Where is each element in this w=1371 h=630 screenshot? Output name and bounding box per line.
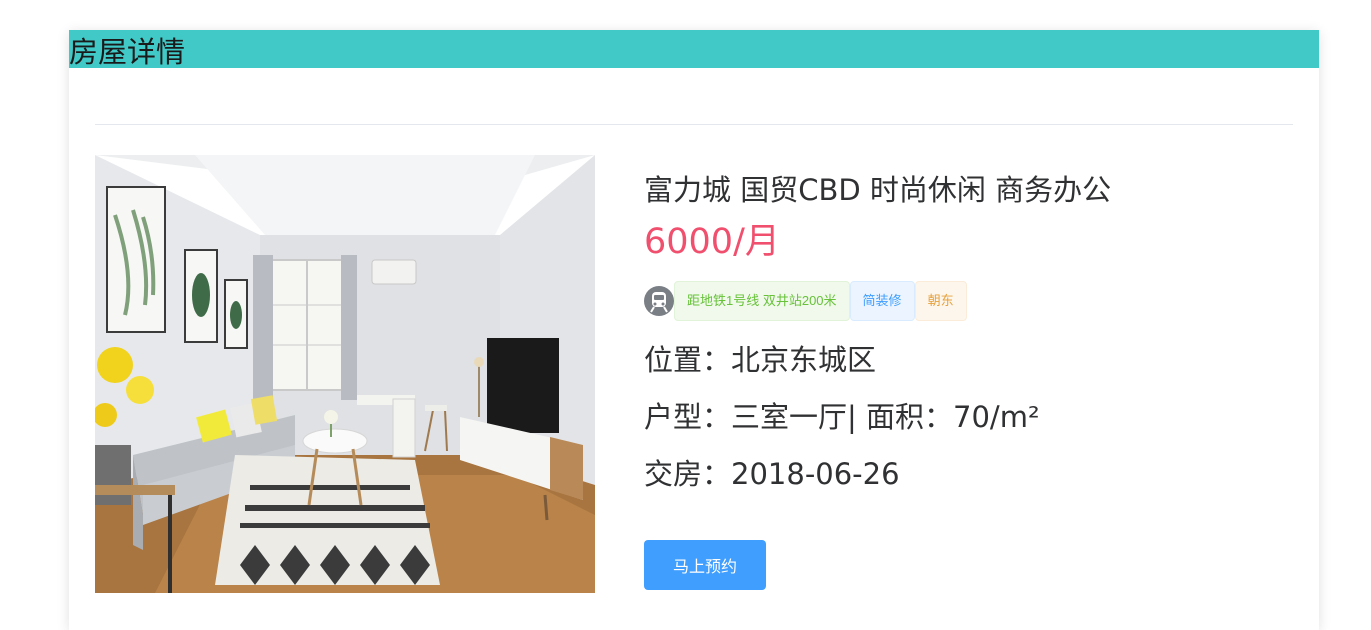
living-room-photo	[95, 155, 595, 593]
location-row: 位置：北京东城区	[644, 338, 876, 382]
tag-subway: 距地铁1号线 双井站200米	[674, 281, 850, 321]
tag-decoration: 简装修	[849, 281, 915, 321]
house-title: 富力城 国贸CBD 时尚休闲 商务办公	[644, 173, 1112, 207]
handover-row: 交房：2018-06-26	[644, 452, 900, 496]
divider	[95, 124, 1293, 125]
handover-label: 交房：	[644, 457, 732, 491]
layout-label: 户型：	[644, 400, 732, 434]
house-photo	[95, 155, 595, 593]
handover-value: 2018-06-26	[731, 457, 900, 491]
location-value: 北京东城区	[731, 343, 877, 377]
page-title: 房屋详情	[69, 35, 186, 69]
house-price: 6000/月	[644, 222, 780, 262]
location-label: 位置：	[644, 343, 732, 377]
layout-row: 户型：三室一厅| 面积：70/m²	[644, 395, 1040, 439]
house-detail-card: 房屋详情 富力城 国贸CBD 时尚休闲 商务办公 6000/月 距地铁1号线 双…	[69, 30, 1319, 630]
area-label: | 面积：	[847, 400, 954, 434]
subway-icon	[644, 286, 674, 316]
card-header	[69, 30, 1319, 68]
area-value: 70/m²	[953, 400, 1040, 434]
tag-orientation: 朝东	[914, 281, 967, 321]
book-now-button[interactable]: 马上预约	[644, 540, 766, 590]
layout-value: 三室一厅	[731, 400, 848, 434]
tag-list: 距地铁1号线 双井站200米 简装修 朝东	[644, 280, 967, 322]
